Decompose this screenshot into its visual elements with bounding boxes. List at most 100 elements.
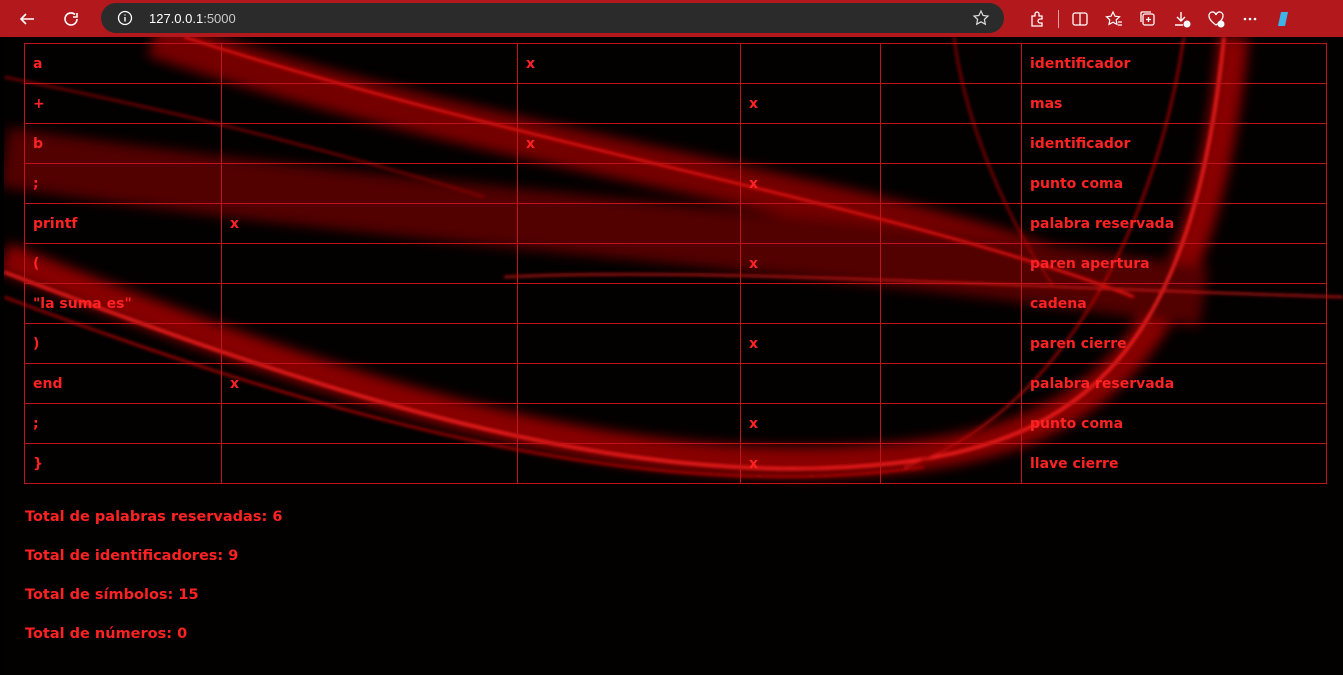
table-cell (517, 283, 741, 324)
table-cell: paren cierre (1021, 323, 1327, 364)
table-cell: paren apertura (1021, 243, 1327, 284)
collections-button[interactable] (1131, 3, 1165, 35)
table-cell: } (24, 443, 222, 484)
table-cell: printf (24, 203, 222, 244)
table-cell: x (740, 323, 881, 364)
table-cell (221, 323, 518, 364)
table-cell: x (221, 203, 518, 244)
table-cell (740, 203, 881, 244)
table-cell: "la suma es" (24, 283, 222, 324)
table-cell: ; (24, 163, 222, 204)
table-cell: x (517, 123, 741, 164)
table-row: printf x palabra reservada (24, 203, 1327, 244)
table-cell (880, 403, 1022, 444)
url-port: :5000 (203, 10, 236, 26)
table-cell: x (221, 363, 518, 404)
split-screen-icon (1072, 11, 1088, 26)
table-cell (880, 203, 1022, 244)
table-cell (517, 443, 741, 484)
table-cell: ) (24, 323, 222, 364)
table-cell (221, 443, 518, 484)
total-identifiers: Total de identificadores: 9 (25, 548, 239, 564)
total-reserved-words: Total de palabras reservadas: 6 (25, 509, 283, 525)
table-cell (740, 363, 881, 404)
more-icon (1243, 17, 1257, 20)
favorites-icon (1105, 10, 1122, 26)
table-cell (517, 403, 741, 444)
page-content: a x identificador + x mas b x identificador; x pun… (4, 37, 1343, 675)
table-cell (517, 83, 741, 124)
puzzle-icon (1031, 10, 1043, 27)
table-row: } x llave cierre (24, 443, 1327, 484)
back-button[interactable] (9, 3, 45, 35)
downloads-button[interactable] (1165, 3, 1199, 35)
table-cell (740, 123, 881, 164)
extensions-button[interactable] (1020, 3, 1054, 35)
table-cell: identificador (1021, 43, 1327, 84)
copilot-button[interactable] (1267, 3, 1301, 35)
table-cell (880, 283, 1022, 324)
table-row: ; x punto coma (24, 403, 1327, 444)
table-cell: x (740, 443, 881, 484)
token-table-body: a x identificador + x mas b x identificador; x pun… (24, 43, 1327, 484)
totals-section: Total de palabras reservadas: 6 Total de… (25, 507, 282, 663)
table-cell (221, 43, 518, 84)
table-cell: x (740, 83, 881, 124)
table-cell (517, 323, 741, 364)
table-cell: x (740, 163, 881, 204)
table-row: ; x punto coma (24, 163, 1327, 204)
total-symbols: Total de símbolos: 15 (25, 587, 199, 603)
arrow-left-icon (19, 12, 34, 25)
table-cell: end (24, 363, 222, 404)
table-cell (880, 323, 1022, 364)
table-cell: identificador (1021, 123, 1327, 164)
copilot-icon (1278, 11, 1288, 26)
table-cell: x (740, 243, 881, 284)
url-text: 127.0.0.1:5000 (149, 11, 236, 26)
refresh-icon (64, 11, 78, 26)
table-cell (221, 243, 518, 284)
table-cell (880, 163, 1022, 204)
table-row: ( x paren apertura (24, 243, 1327, 284)
collections-icon (1140, 10, 1155, 26)
table-cell (221, 163, 518, 204)
info-icon[interactable] (117, 10, 133, 26)
table-cell (517, 203, 741, 244)
table-row: b x identificador (24, 123, 1327, 164)
table-row: end x palabra reservada (24, 363, 1327, 404)
table-row: + x mas (24, 83, 1327, 124)
star-icon[interactable] (972, 9, 990, 27)
table-cell: ; (24, 403, 222, 444)
table-cell: mas (1021, 83, 1327, 124)
refresh-button[interactable] (53, 3, 89, 35)
more-menu-button[interactable] (1233, 3, 1267, 35)
table-cell (880, 243, 1022, 284)
table-cell (517, 243, 741, 284)
table-cell (221, 123, 518, 164)
table-cell: palabra reservada (1021, 363, 1327, 404)
table-cell (880, 83, 1022, 124)
table-cell: x (517, 43, 741, 84)
table-cell: cadena (1021, 283, 1327, 324)
table-cell: palabra reservada (1021, 203, 1327, 244)
table-cell (880, 363, 1022, 404)
table-cell (221, 403, 518, 444)
table-cell (221, 83, 518, 124)
address-bar[interactable]: 127.0.0.1:5000 (101, 3, 1004, 33)
table-cell: + (24, 83, 222, 124)
table-cell (221, 283, 518, 324)
table-row: a x identificador (24, 43, 1327, 84)
split-screen-button[interactable] (1063, 3, 1097, 35)
table-cell (740, 283, 881, 324)
table-cell: punto coma (1021, 163, 1327, 204)
table-cell (880, 443, 1022, 484)
table-cell: b (24, 123, 222, 164)
performance-button[interactable] (1199, 3, 1233, 35)
table-row: ) x paren cierre (24, 323, 1327, 364)
table-cell: ( (24, 243, 222, 284)
table-cell (880, 123, 1022, 164)
table-cell: llave cierre (1021, 443, 1327, 484)
toolbar-separator (1058, 9, 1059, 28)
favorites-button[interactable] (1097, 3, 1131, 35)
heart-pulse-icon (1208, 10, 1225, 27)
